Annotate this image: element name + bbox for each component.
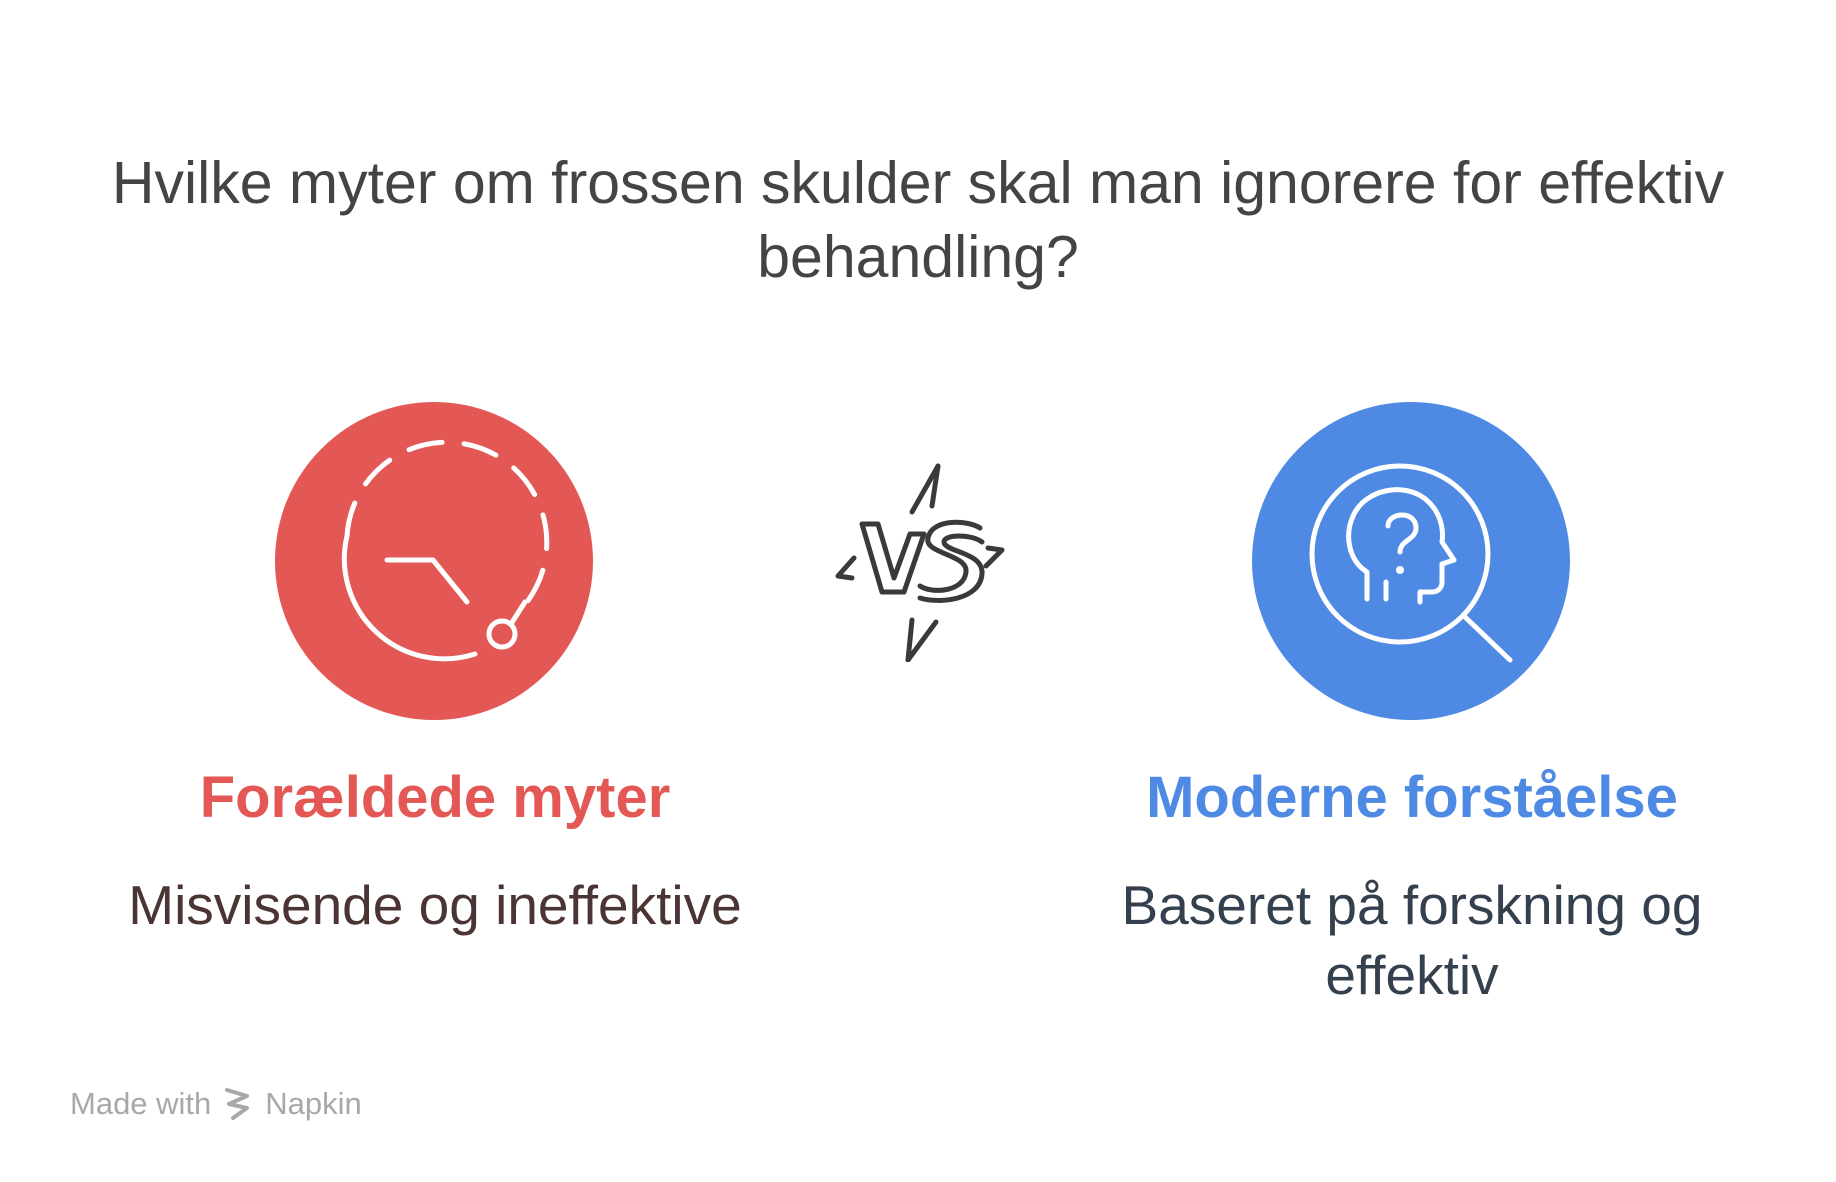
napkin-logo-icon [223, 1086, 253, 1122]
made-with-label: Made with [70, 1086, 212, 1121]
understanding-description: Baseret på forskning og effektiv [1121, 874, 1703, 1006]
napkin-brand-label: Napkin [265, 1086, 362, 1121]
understanding-circle [1252, 402, 1570, 720]
understanding-heading: Moderne forståelse [1146, 765, 1678, 830]
myths-heading: Forældede myter [199, 765, 671, 830]
myths-circle [275, 402, 593, 720]
myths-description: Misvisende og ineffektive [128, 874, 742, 936]
made-with-napkin-badge: Made with Napkin [70, 1086, 362, 1122]
head-question-magnifier-icon [1309, 463, 1513, 663]
vs-lightning-icon [832, 462, 1008, 663]
page-title: Hvilke myter om frossen skulder skal man… [111, 150, 1725, 290]
dashed-timer-icon [341, 439, 550, 662]
